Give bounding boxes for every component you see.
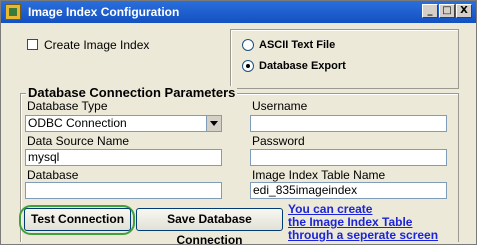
create-index-checkbox[interactable] — [27, 39, 38, 50]
table-name-label: Image Index Table Name — [252, 168, 386, 182]
chevron-down-icon[interactable] — [206, 116, 221, 131]
database-type-select[interactable]: ODBC Connection — [25, 115, 222, 132]
database-export-label: Database Export — [259, 60, 346, 72]
ascii-radio[interactable] — [242, 39, 254, 51]
app-icon — [5, 4, 21, 20]
image-index-window: Image Index Configuration _ □ X Create I… — [0, 0, 477, 245]
ascii-label: ASCII Text File — [259, 39, 336, 51]
radio-selected-dot — [246, 64, 250, 68]
close-button[interactable]: X — [456, 4, 472, 18]
password-input[interactable] — [250, 149, 447, 166]
save-db-connection-button[interactable]: Save Database Connection — [136, 208, 283, 244]
username-input[interactable] — [250, 115, 447, 132]
database-type-value: ODBC Connection — [28, 116, 127, 130]
password-label: Password — [252, 134, 305, 148]
maximize-button[interactable]: □ — [439, 4, 455, 18]
database-input[interactable] — [25, 182, 222, 199]
db-group-title: Database Connection Parameters — [26, 85, 238, 100]
dialog-body: Create Image Index ASCII Text File Datab… — [1, 23, 476, 244]
dsn-label: Data Source Name — [27, 134, 130, 148]
title-bar[interactable]: Image Index Configuration _ □ X — [1, 1, 476, 23]
table-name-input[interactable]: edi_835imageindex — [250, 182, 447, 199]
database-export-radio[interactable] — [242, 60, 254, 72]
test-connection-button[interactable]: Test Connection — [24, 208, 131, 231]
database-label: Database — [27, 168, 79, 182]
window-title: Image Index Configuration — [28, 5, 180, 19]
database-type-label: Database Type — [27, 99, 108, 113]
username-label: Username — [252, 99, 308, 113]
minimize-button[interactable]: _ — [422, 4, 438, 18]
dsn-input[interactable]: mysql — [25, 149, 222, 166]
note-line-3[interactable]: through a seperate screen — [288, 229, 438, 242]
create-index-label: Create Image Index — [44, 38, 150, 52]
